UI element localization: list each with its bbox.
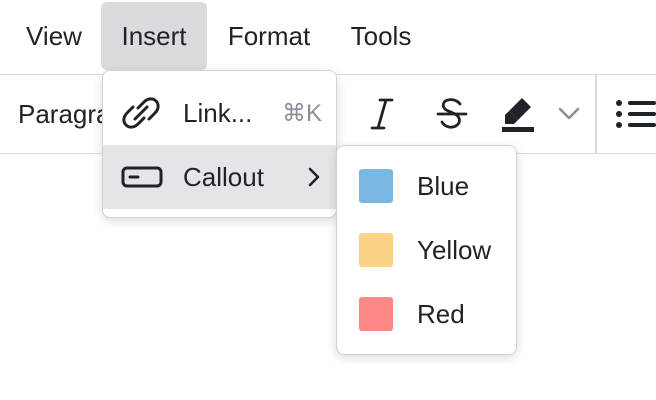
italic-button[interactable]	[360, 75, 404, 153]
chevron-right-icon	[308, 167, 320, 192]
callout-option-blue[interactable]: Blue	[337, 154, 516, 218]
menubar: View Insert Format Tools	[0, 0, 656, 74]
bullet-list-icon	[616, 100, 656, 128]
callout-option-red-label: Red	[417, 298, 465, 329]
menu-item-link-label: Link...	[183, 97, 253, 128]
insert-menu: Link... ⌘K Callout	[102, 70, 337, 218]
chevron-down-icon	[558, 107, 580, 120]
italic-icon	[370, 98, 394, 130]
strikethrough-icon	[436, 98, 468, 129]
strikethrough-button[interactable]	[430, 75, 474, 153]
link-icon	[121, 94, 161, 137]
menu-view[interactable]: View	[12, 2, 96, 70]
bullet-list-button[interactable]	[614, 75, 656, 153]
menu-tools[interactable]: Tools	[334, 2, 428, 70]
callout-option-red[interactable]: Red	[337, 282, 516, 346]
menu-item-callout[interactable]: Callout	[103, 145, 336, 209]
highlight-button[interactable]	[494, 75, 542, 153]
highlight-color-dropdown[interactable]	[552, 75, 586, 153]
callout-submenu: Blue Yellow Red	[336, 145, 517, 355]
yellow-color-swatch	[359, 233, 393, 267]
menu-item-link[interactable]: Link... ⌘K	[103, 81, 336, 145]
menu-item-link-shortcut: ⌘K	[281, 99, 322, 127]
red-color-swatch	[359, 297, 393, 331]
menu-insert[interactable]: Insert	[101, 2, 207, 70]
menu-format[interactable]: Format	[214, 2, 324, 70]
blue-color-swatch	[359, 169, 393, 203]
menu-item-callout-label: Callout	[183, 161, 264, 192]
callout-option-yellow-label: Yellow	[417, 234, 492, 265]
callout-option-yellow[interactable]: Yellow	[337, 218, 516, 282]
callout-option-blue-label: Blue	[417, 170, 470, 201]
highlighter-icon	[502, 98, 534, 132]
toolbar-separator	[595, 75, 597, 153]
callout-icon	[121, 166, 163, 193]
